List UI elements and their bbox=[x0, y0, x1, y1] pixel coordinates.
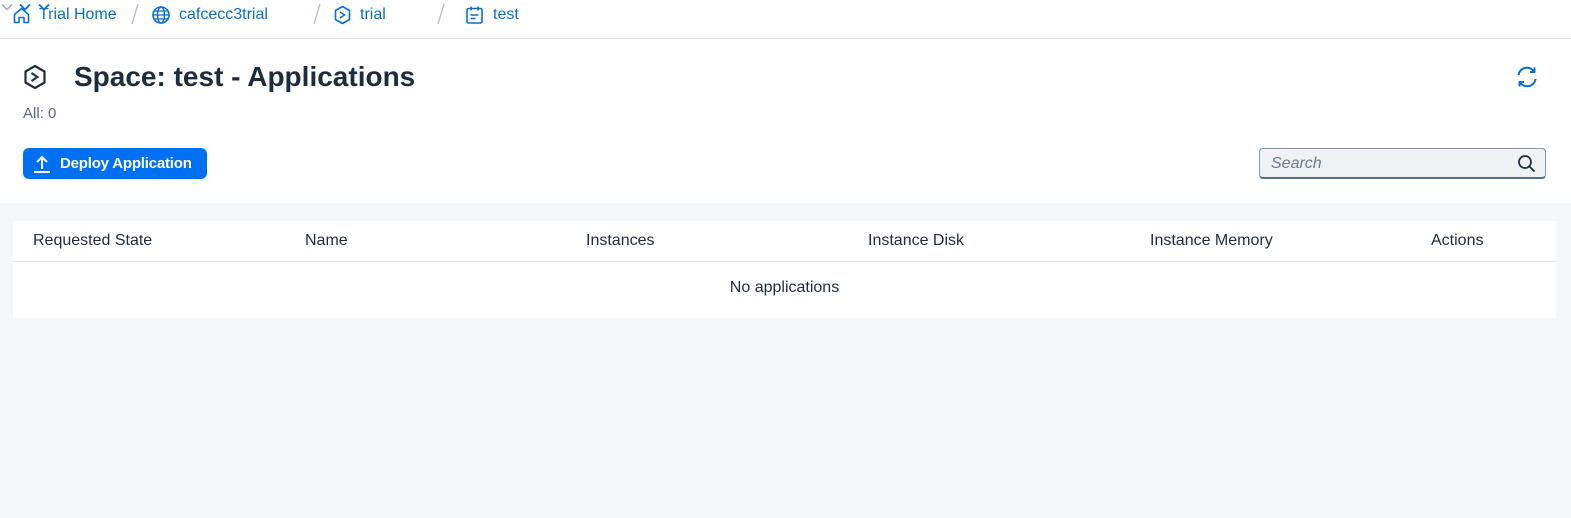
column-header-instance-memory[interactable]: Instance Memory bbox=[1150, 232, 1273, 250]
breadcrumb-item-space[interactable]: test bbox=[465, 0, 519, 30]
column-header-instance-disk[interactable]: Instance Disk bbox=[868, 232, 964, 250]
org-hexagon-icon bbox=[333, 5, 352, 25]
search-field[interactable] bbox=[1259, 148, 1546, 179]
column-header-requested-state[interactable]: Requested State bbox=[33, 232, 152, 250]
breadcrumb-item-trial-home[interactable]: Trial Home bbox=[12, 0, 117, 30]
title-row: Space: test - Applications bbox=[22, 60, 415, 94]
upload-icon bbox=[34, 155, 50, 173]
table-header: Requested State Name Instances Instance … bbox=[13, 221, 1556, 262]
empty-state-text: No applications bbox=[729, 279, 840, 296]
column-header-actions: Actions bbox=[1431, 232, 1484, 249]
column-header-name[interactable]: Name bbox=[305, 232, 348, 250]
breadcrumb-label: Trial Home bbox=[39, 6, 117, 23]
breadcrumb-separator bbox=[313, 3, 321, 25]
space-calendar-icon bbox=[465, 5, 484, 25]
breadcrumb-label: test bbox=[493, 6, 519, 23]
breadcrumb-label: trial bbox=[360, 6, 386, 23]
refresh-icon[interactable] bbox=[1514, 64, 1540, 90]
search-input[interactable] bbox=[1271, 153, 1511, 175]
deploy-application-button[interactable]: Deploy Application bbox=[23, 148, 207, 179]
home-icon bbox=[12, 6, 31, 25]
breadcrumb-separator bbox=[437, 3, 445, 25]
globe-icon bbox=[151, 5, 171, 25]
page-title: Space: test - Applications bbox=[74, 61, 416, 92]
deploy-application-label: Deploy Application bbox=[60, 155, 192, 172]
breadcrumb-item-subaccount[interactable]: cafcecc3trial bbox=[151, 0, 268, 30]
space-hexagon-icon bbox=[24, 64, 46, 90]
column-header-instances[interactable]: Instances bbox=[586, 232, 654, 250]
breadcrumb: Trial Home cafcecc3trial trial test bbox=[0, 0, 1571, 39]
breadcrumb-label: cafcecc3trial bbox=[179, 6, 268, 23]
breadcrumb-item-org[interactable]: trial bbox=[333, 0, 386, 30]
search-icon[interactable] bbox=[1517, 154, 1536, 173]
item-count: All: 0 bbox=[23, 105, 57, 122]
breadcrumb-separator bbox=[131, 3, 139, 25]
applications-table: Requested State Name Instances Instance … bbox=[13, 221, 1556, 318]
page-header: Trial Home cafcecc3trial trial test Spac… bbox=[0, 0, 1571, 203]
